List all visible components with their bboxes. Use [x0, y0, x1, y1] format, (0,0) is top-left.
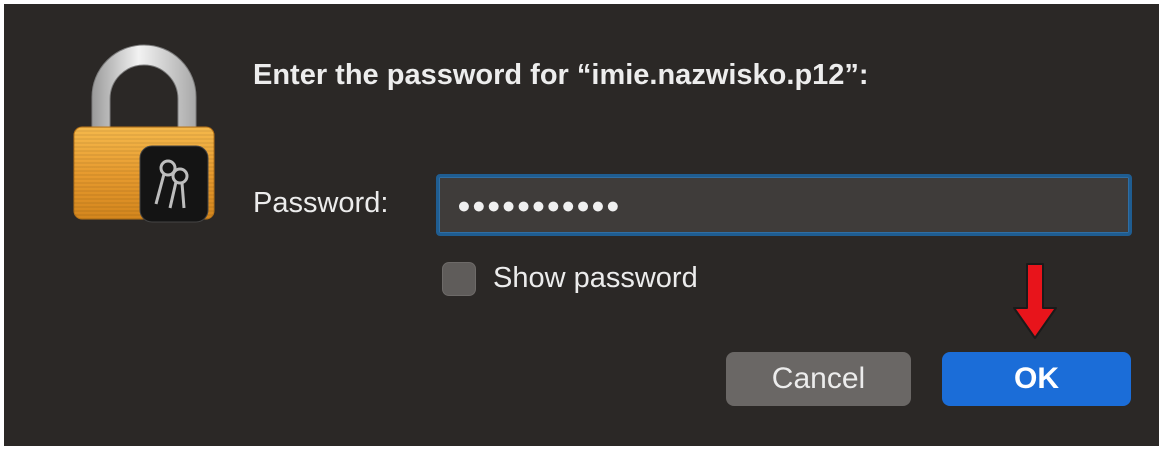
password-masked-value: ●●●●●●●●●●● [457, 192, 621, 218]
show-password-label[interactable]: Show password [493, 262, 698, 295]
ok-button[interactable]: OK [942, 352, 1131, 406]
show-password-checkbox[interactable] [442, 262, 476, 296]
keychain-lock-icon [73, 44, 215, 223]
red-arrow-down-icon [1013, 263, 1057, 339]
password-label: Password: [253, 187, 389, 219]
password-dialog: Enter the password for “imie.nazwisko.p1… [4, 4, 1159, 446]
password-field[interactable]: ●●●●●●●●●●● [436, 174, 1132, 236]
cancel-button[interactable]: Cancel [726, 352, 911, 406]
dialog-title: Enter the password for “imie.nazwisko.p1… [253, 59, 869, 91]
